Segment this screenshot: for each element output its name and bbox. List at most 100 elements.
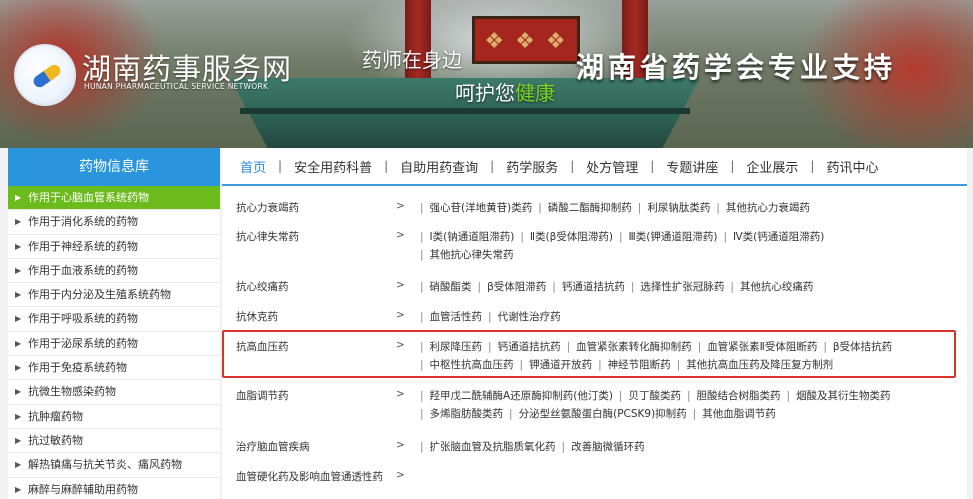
nav-tab[interactable]: 企业展示: [746, 157, 798, 176]
subcategory-link[interactable]: Ⅱ类(β受体阻滞药): [530, 231, 613, 243]
chevron-right-icon: ▶: [15, 265, 22, 275]
subcategory-link[interactable]: Ⅲ类(钾通道阻滞药): [629, 231, 718, 243]
sidebar-item-label: 抗肿瘤药物: [28, 409, 83, 423]
chevron-right-icon: ▶: [15, 217, 22, 227]
category-links: | 扩张脑血管及抗脂质氧化药 | 改善脑微循环药: [414, 438, 954, 456]
sidebar-item-label: 作用于心脑血管系统药物: [28, 191, 149, 204]
chevron-right-icon: ▶: [15, 338, 22, 348]
subcategory-link[interactable]: 代谢性治疗药: [498, 311, 561, 323]
chevron-right-icon: >: [396, 279, 405, 291]
sidebar-item[interactable]: ▶ 解热镇痛与抗关节炎、痛风药物: [8, 453, 220, 478]
subcategory-link[interactable]: 改善脑微循环药: [571, 441, 645, 453]
subcategory-link[interactable]: 贝丁酸类药: [628, 390, 681, 402]
sidebar-item[interactable]: ▶ 作用于心脑血管系统药物: [8, 186, 220, 211]
category-name[interactable]: 血管硬化药及影响血管通透性药: [236, 469, 383, 484]
subcategory-link[interactable]: 利尿钠肽类药: [647, 202, 710, 214]
subcategory-link[interactable]: 其他抗心律失常药: [430, 249, 514, 261]
subcategory-link[interactable]: 多烯脂肪酸类药: [430, 408, 504, 420]
subcategory-link[interactable]: 磷酸二酯酶抑制药: [548, 202, 632, 214]
link-separator: |: [730, 281, 734, 293]
subcategory-link[interactable]: 胆酸结合树脂类药: [697, 390, 781, 402]
sidebar-item[interactable]: ▶ 麻醉与麻醉辅助用药物: [8, 477, 220, 499]
subcategory-link[interactable]: 强心苷(洋地黄苷)类药: [430, 202, 533, 214]
sidebar-item[interactable]: ▶ 作用于内分泌及生殖系统药物: [8, 283, 220, 308]
nav-tab[interactable]: 专题讲座: [666, 157, 718, 176]
subcategory-link[interactable]: 其他抗心绞痛药: [740, 281, 814, 293]
nav-tab[interactable]: 药学服务: [506, 157, 558, 176]
link-separator: |: [420, 202, 424, 214]
nav-tab[interactable]: 安全用药科普: [294, 157, 372, 176]
chevron-right-icon: >: [396, 388, 405, 400]
nav-tab[interactable]: 首页: [240, 157, 266, 176]
link-separator: |: [538, 202, 542, 214]
category-links: [414, 468, 954, 486]
category-name[interactable]: 治疗脑血管疾病: [236, 439, 310, 454]
category-name[interactable]: 血脂调节药: [236, 388, 289, 403]
nav-tab[interactable]: 处方管理: [586, 157, 638, 176]
chevron-right-icon: >: [396, 229, 405, 241]
temple-plaque: ❖ ❖ ❖: [472, 16, 580, 64]
link-separator: |: [420, 408, 424, 420]
link-separator: |: [520, 231, 524, 243]
link-separator: |: [618, 390, 623, 402]
slogan-professional-support: 湖南省药学会专业支持: [576, 51, 897, 84]
link-separator: |: [723, 231, 727, 243]
chevron-right-icon: ▶: [15, 314, 22, 324]
chevron-right-icon: >: [396, 200, 405, 212]
top-nav: 首页 | 安全用药科普 | 自助用药查询 | 药学服务 | 处方管理 | 专题讲座 | 企业展示 | 药讯中…: [222, 148, 967, 186]
nav-separator: |: [730, 159, 735, 173]
subcategory-link[interactable]: Ⅳ类(钙通道阻滞药): [733, 231, 824, 243]
subcategory-link[interactable]: 羟甲戊二酰辅酶A还原酶抑制药(他汀类): [430, 390, 613, 402]
sidebar-item[interactable]: ▶ 作用于免疫系统药物: [8, 356, 220, 381]
sidebar-item[interactable]: ▶ 作用于消化系统的药物: [8, 210, 220, 235]
subcategory-link[interactable]: 硝酸酯类: [430, 281, 472, 293]
sidebar-item-label: 作用于泌尿系统的药物: [28, 336, 138, 350]
highlight-box: [222, 330, 956, 378]
category-links: | 硝酸酯类 | β受体阻滞药 | 钙通道拮抗药 | 选择性扩张冠脉药 | 其他抗心绞痛药: [414, 278, 954, 296]
slogan-line-2-prefix: 呵护您: [455, 81, 515, 105]
subcategory-link[interactable]: 血管活性药: [430, 311, 483, 323]
subcategory-link[interactable]: β受体阻滞药: [487, 281, 546, 293]
nav-separator: |: [278, 159, 283, 173]
subcategory-link[interactable]: 烟酸及其衍生物类药: [796, 390, 891, 402]
subcategory-link[interactable]: 分泌型丝氨酸蛋白酶(PCSK9)抑制药: [519, 408, 687, 420]
link-separator: |: [618, 231, 623, 243]
subcategory-link[interactable]: 其他血脂调节药: [702, 408, 776, 420]
sidebar-item[interactable]: ▶ 抗微生物感染药物: [8, 380, 220, 405]
sidebar-item-label: 抗微生物感染药物: [28, 385, 116, 399]
link-separator: |: [561, 441, 566, 453]
sidebar-item[interactable]: ▶ 作用于泌尿系统的药物: [8, 331, 220, 357]
link-separator: |: [420, 249, 424, 261]
subcategory-link[interactable]: 扩张脑血管及抗脂质氧化药: [430, 441, 556, 453]
slogan-line-2: 呵护您健康: [455, 77, 555, 106]
sidebar-item[interactable]: ▶ 抗肿瘤药物: [8, 404, 220, 429]
sidebar-item[interactable]: ▶ 抗过敏药物: [8, 428, 220, 454]
subcategory-link[interactable]: 钙通道拮抗药: [562, 281, 625, 293]
sidebar-item[interactable]: ▶ 作用于神经系统的药物: [8, 234, 220, 259]
nav-tab[interactable]: 药讯中心: [826, 157, 878, 176]
category-link-line: | 强心苷(洋地黄苷)类药 | 磷酸二酯酶抑制药 | 利尿钠肽类药 | 其他抗心力衰竭药: [414, 199, 954, 217]
link-separator: |: [420, 311, 424, 323]
category-name[interactable]: 抗休克药: [236, 309, 278, 324]
category-link-line: | 其他抗心律失常药: [414, 246, 954, 264]
sidebar-item[interactable]: ▶ 作用于呼吸系统的药物: [8, 307, 220, 332]
category-links: | 羟甲戊二酰辅酶A还原酶抑制药(他汀类) | 贝丁酸类药 | 胆酸结合树脂类药 | 烟酸及其…: [414, 387, 954, 423]
sidebar-item-label: 抗过敏药物: [28, 433, 83, 447]
subcategory-link[interactable]: Ⅰ类(钠通道阻滞药): [430, 231, 515, 243]
site-logo-icon[interactable]: [14, 44, 76, 106]
category-link-line: | 血管活性药 | 代谢性治疗药: [414, 308, 954, 326]
category-links: | Ⅰ类(钠通道阻滞药) | Ⅱ类(β受体阻滞药) | Ⅲ类(钾通道阻滞药) | Ⅳ类(钙通道…: [414, 228, 954, 264]
category-name[interactable]: 抗心力衰竭药: [236, 200, 299, 215]
category-link-line: | Ⅰ类(钠通道阻滞药) | Ⅱ类(β受体阻滞药) | Ⅲ类(钾通道阻滞药) | Ⅳ类(钙通道…: [414, 228, 954, 246]
category-link-line: | 羟甲戊二酰辅酶A还原酶抑制药(他汀类) | 贝丁酸类药 | 胆酸结合树脂类药 | 烟酸及其…: [414, 387, 954, 405]
category-name[interactable]: 抗心绞痛药: [236, 279, 289, 294]
chevron-right-icon: >: [396, 469, 405, 481]
nav-tab[interactable]: 自助用药查询: [400, 157, 478, 176]
sidebar: 药物信息库 ▶ 作用于心脑血管系统药物 ▶ 作用于消化系统的药物 ▶ 作用于神经系统的药物…: [8, 148, 220, 499]
category-list: 抗心力衰竭药 > | 强心苷(洋地黄苷)类药 | 磷酸二酯酶抑制药 | 利尿钠肽类药 | 其他抗心…: [222, 188, 967, 499]
subcategory-link[interactable]: 选择性扩张冠脉药: [640, 281, 724, 293]
subcategory-link[interactable]: 其他抗心力衰竭药: [726, 202, 810, 214]
sidebar-item[interactable]: ▶ 作用于血液系统的药物: [8, 258, 220, 284]
category-name[interactable]: 抗心律失常药: [236, 229, 299, 244]
nav-separator: |: [810, 159, 815, 173]
